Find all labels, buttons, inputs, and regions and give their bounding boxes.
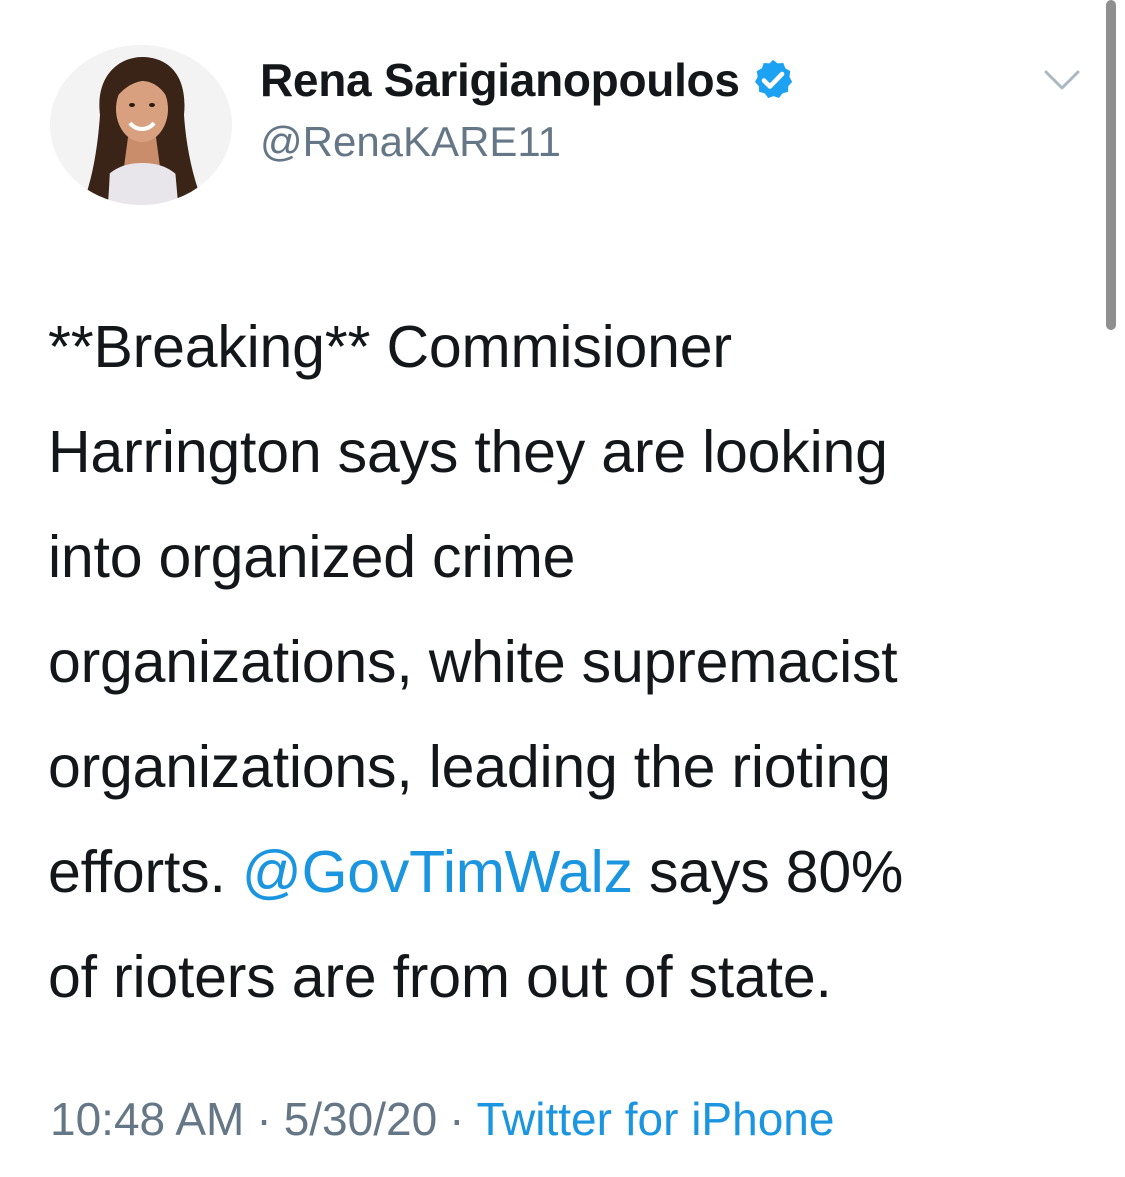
tweet-source-link[interactable]: Twitter for iPhone (477, 1093, 835, 1145)
avatar[interactable] (50, 45, 232, 205)
tweet-text-line: **Breaking** Commisioner (48, 314, 732, 380)
meta-separator: · (256, 1093, 272, 1145)
tweet-text-line: organizations, leading the rioting (48, 734, 891, 800)
chevron-down-icon[interactable] (1040, 58, 1084, 102)
mention-link[interactable]: @GovTimWalz (242, 839, 633, 905)
tweet-card: Rena Sarigianopoulos @RenaKARE11 **Break… (0, 0, 1125, 1177)
tweet-meta: 10:48 AM · 5/30/20 · Twitter for iPhone (50, 1092, 834, 1146)
tweet-date[interactable]: 5/30/20 (284, 1093, 437, 1145)
tweet-text: **Breaking** Commisioner Harrington says… (48, 295, 1088, 1030)
tweet-text-line: organizations, white supremacist (48, 629, 898, 695)
tweet-text-segment: says 80% (632, 839, 904, 905)
tweet-text-line: Harrington says they are looking (48, 419, 888, 485)
author-display-name[interactable]: Rena Sarigianopoulos (260, 53, 740, 107)
tweet-text-line: of rioters are from out of state. (48, 944, 832, 1010)
author-handle[interactable]: @RenaKARE11 (260, 118, 561, 166)
author-name-row: Rena Sarigianopoulos (260, 50, 796, 110)
scrollbar[interactable] (1106, 0, 1116, 330)
verified-badge-icon (750, 57, 796, 103)
tweet-text-line: into organized crime (48, 524, 576, 590)
tweet-text-segment: efforts. (48, 839, 242, 905)
meta-separator: · (449, 1093, 465, 1145)
tweet-text-line: efforts. @GovTimWalz says 80% (48, 820, 1088, 925)
profile-photo (50, 45, 232, 205)
tweet-time[interactable]: 10:48 AM (50, 1093, 244, 1145)
